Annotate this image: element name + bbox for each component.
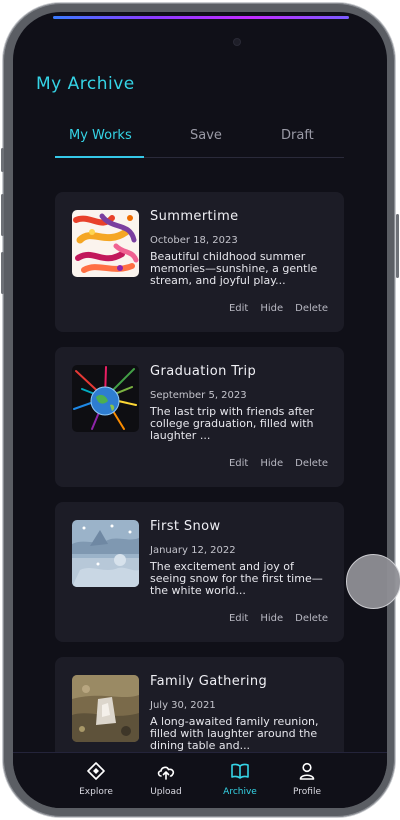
work-card[interactable]: Summertime October 18, 2023 Beautiful ch… (55, 192, 344, 332)
delete-button[interactable]: Delete (295, 458, 328, 469)
work-description: The last trip with friends after college… (150, 405, 314, 442)
side-button (1, 148, 4, 172)
graduation-globe-image (72, 365, 139, 432)
work-title[interactable]: Graduation Trip (150, 364, 256, 379)
nav-label: Archive (223, 787, 257, 797)
edit-button[interactable]: Edit (229, 303, 248, 314)
delete-button[interactable]: Delete (295, 303, 328, 314)
hide-button[interactable]: Hide (260, 303, 283, 314)
work-thumbnail[interactable] (72, 365, 139, 432)
edit-button[interactable]: Edit (229, 458, 248, 469)
active-tab-indicator (55, 156, 144, 158)
app-screen: My Archive My Works Save Draft Summertim… (13, 12, 387, 808)
touch-indicator (346, 554, 400, 609)
work-thumbnail[interactable] (72, 675, 139, 742)
delete-button[interactable]: Delete (295, 613, 328, 624)
tab-my-works[interactable]: My Works (69, 128, 132, 143)
cloud-upload-icon (157, 766, 175, 780)
compass-icon (87, 762, 105, 780)
nav-label: Upload (150, 787, 182, 797)
side-button (1, 252, 4, 294)
work-title[interactable]: Summertime (150, 209, 239, 224)
edit-button[interactable]: Edit (229, 613, 248, 624)
top-glow-bar (53, 16, 349, 19)
work-thumbnail[interactable] (72, 210, 139, 277)
work-description: A long-awaited family reunion, filled wi… (150, 715, 319, 752)
side-button (396, 214, 399, 278)
tab-save[interactable]: Save (190, 128, 222, 143)
snow-scene-image (72, 520, 139, 587)
bottom-nav: Explore Upload Archive Profile (13, 752, 387, 808)
nav-explore[interactable]: Explore (66, 761, 126, 797)
card-actions: Edit Hide Delete (229, 613, 328, 624)
hide-button[interactable]: Hide (260, 458, 283, 469)
person-icon (299, 762, 315, 780)
work-date: January 12, 2022 (150, 545, 236, 556)
tab-bar: My Works Save Draft (55, 124, 344, 158)
nav-label: Profile (293, 787, 321, 797)
side-button (1, 194, 4, 236)
summer-painting-image (72, 210, 139, 277)
work-description: The excitement and joy of seeing snow fo… (150, 560, 323, 597)
work-description: Beautiful childhood summer memories—suns… (150, 250, 318, 287)
book-icon (231, 763, 249, 779)
nav-label: Explore (79, 787, 113, 797)
work-date: July 30, 2021 (150, 700, 216, 711)
work-date: September 5, 2023 (150, 390, 247, 401)
hide-button[interactable]: Hide (260, 613, 283, 624)
camera-icon (234, 39, 240, 45)
page-title: My Archive (36, 74, 135, 94)
work-date: October 18, 2023 (150, 235, 238, 246)
nav-archive[interactable]: Archive (210, 761, 270, 797)
tab-draft[interactable]: Draft (281, 128, 314, 143)
family-gathering-image (72, 675, 139, 742)
card-actions: Edit Hide Delete (229, 458, 328, 469)
nav-upload[interactable]: Upload (136, 761, 196, 797)
nav-profile[interactable]: Profile (277, 761, 337, 797)
work-title[interactable]: Family Gathering (150, 674, 267, 689)
work-title[interactable]: First Snow (150, 519, 221, 534)
work-card[interactable]: Graduation Trip September 5, 2023 The la… (55, 347, 344, 487)
work-thumbnail[interactable] (72, 520, 139, 587)
card-actions: Edit Hide Delete (229, 303, 328, 314)
work-card[interactable]: First Snow January 12, 2022 The exciteme… (55, 502, 344, 642)
